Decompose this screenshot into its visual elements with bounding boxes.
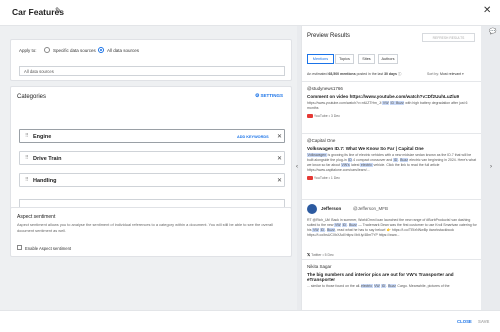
tab-topics[interactable]: Topics <box>335 54 354 64</box>
category-row-handling[interactable]: ⠿ Handling ✕ <box>19 173 285 187</box>
divider <box>302 133 481 134</box>
result-item[interactable]: @Capital One Volkswagen ID.7: What We Kn… <box>307 138 477 181</box>
result-headline[interactable]: The big numbers and interior pics are ou… <box>307 272 477 282</box>
pencil-icon[interactable]: ✎ <box>55 6 62 15</box>
aspect-sentiment-title: Aspect sentiment <box>17 214 56 220</box>
youtube-icon <box>307 114 313 119</box>
result-author: Nikita Sagar <box>307 264 332 269</box>
avatar <box>307 204 317 214</box>
close-button[interactable]: CLOSE <box>457 319 472 324</box>
result-author: @Capital One <box>307 138 336 143</box>
footer-bar: CLOSE SAVE <box>0 310 500 332</box>
apply-to-label: Apply to: <box>19 48 37 53</box>
result-headline[interactable]: Comment on video https://www.youtube.com… <box>307 94 477 99</box>
divider <box>302 259 481 260</box>
result-body: Volkswagen is growing its line of electr… <box>307 153 477 172</box>
radio-all-label: All data sources <box>107 48 140 53</box>
twitter-icon: 𝕏 <box>307 252 311 257</box>
sort-dropdown[interactable]: Sort by: Most relevant ▾ <box>427 72 464 76</box>
aspect-sentiment-description: Aspect sentiment allows you to analyse t… <box>17 222 273 233</box>
close-icon[interactable]: ✕ <box>277 133 282 140</box>
divider <box>302 81 481 82</box>
result-item[interactable]: Nikita Sagar The big numbers and interio… <box>307 264 477 289</box>
result-author-name: Jefferson <box>321 206 342 211</box>
youtube-icon <box>307 176 313 181</box>
close-icon[interactable]: ✕ <box>277 155 282 162</box>
tab-mentions[interactable]: Mentions <box>307 54 334 64</box>
settings-panel: Apply to: Specific data sources All data… <box>0 26 297 310</box>
chevron-right-icon[interactable]: › <box>490 164 492 170</box>
radio-specific-sources[interactable] <box>44 47 50 53</box>
tab-sites[interactable]: Sites <box>358 54 375 64</box>
chevron-left-icon[interactable]: ‹ <box>296 164 298 170</box>
result-meta: YouTube • 3 Dec <box>307 114 477 119</box>
gear-icon: ⚙ <box>255 93 260 99</box>
result-item[interactable]: @studynews1766 Comment on video https://… <box>307 86 477 119</box>
result-meta: YouTube • 1 Dec <box>307 176 477 181</box>
results-summary: An estimated 68,500 mentions posted in t… <box>307 72 402 76</box>
data-sources-input[interactable]: All data sources <box>19 66 285 76</box>
add-keywords-button[interactable]: ADD KEYWORDS <box>237 135 269 139</box>
category-row-drive-train[interactable]: ⠿ Drive Train ✕ <box>19 151 285 165</box>
preview-title: Preview Results <box>307 33 351 39</box>
result-body: RT @Rich_Uk! Back in summer, WorldOmni l… <box>307 218 477 237</box>
categories-title: Categories <box>17 94 47 100</box>
chat-icon[interactable]: 💬 <box>489 28 496 35</box>
radio-all-sources[interactable] <box>98 47 104 53</box>
divider <box>302 199 481 200</box>
aspect-sentiment-card: Aspect sentiment Aspect sentiment allows… <box>10 207 292 257</box>
refresh-results-button[interactable]: REFRESH RESULTS <box>422 33 475 42</box>
result-headline[interactable]: Volkswagen ID.7: What We Know So Far | C… <box>307 146 477 151</box>
drag-handle-icon[interactable]: ⠿ <box>25 155 29 161</box>
aspect-sentiment-checkbox-label: Enable Aspect sentiment <box>25 245 72 251</box>
info-icon: ⓘ <box>397 72 402 76</box>
category-name: Handling <box>33 177 57 184</box>
close-icon[interactable]: ✕ <box>483 5 491 16</box>
preview-panel: Preview Results REFRESH RESULTS Mentions… <box>301 26 481 310</box>
drag-handle-icon[interactable]: ⠿ <box>25 177 29 183</box>
tab-authors[interactable]: Authors <box>378 54 398 64</box>
chevron-down-icon: ▾ <box>462 72 464 76</box>
close-icon[interactable]: ✕ <box>277 177 282 184</box>
result-item[interactable]: Jefferson @Jefferson_MFB RT @Rich_Uk! Ba… <box>307 204 477 257</box>
result-author-handle: @Jefferson_MFB <box>353 206 388 211</box>
category-name: Engine <box>33 133 52 140</box>
drag-handle-icon[interactable]: ⠿ <box>25 133 29 139</box>
result-meta: 𝕏 Twitter • 5 Dec <box>307 252 334 257</box>
category-name: Drive Train <box>33 155 62 162</box>
result-author: @studynews1766 <box>307 86 343 91</box>
settings-button[interactable]: ⚙SETTINGS <box>255 93 283 99</box>
radio-specific-label: Specific data sources <box>53 48 96 53</box>
category-row-engine[interactable]: ⠿ Engine ADD KEYWORDS ✕ <box>19 129 285 143</box>
apply-to-card: Apply to: Specific data sources All data… <box>10 39 292 81</box>
result-body: ... similar to those found on the all-el… <box>307 284 450 288</box>
aspect-sentiment-checkbox[interactable] <box>17 245 22 250</box>
settings-label: SETTINGS <box>260 93 283 98</box>
header-bar: Car Features ✎ ✕ <box>0 0 500 26</box>
result-body: https://www.youtube.com/watch?v=ntUZTHm_… <box>307 101 468 110</box>
save-button[interactable]: SAVE <box>478 319 489 324</box>
